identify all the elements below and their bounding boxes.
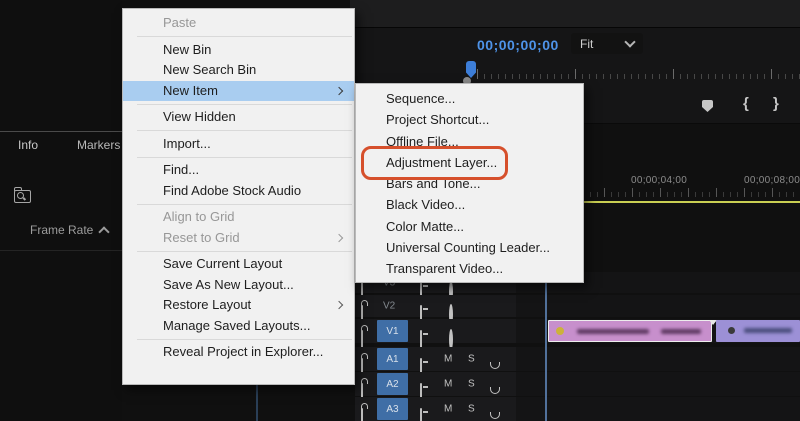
menu-item-new-bin[interactable]: New Bin [123,40,354,61]
menu-item-label: New Item [163,83,218,98]
menu-separator [137,157,352,158]
track-target-chip[interactable]: A3 [377,398,408,420]
menu-separator [137,204,352,205]
clip-name-blurred [661,329,701,334]
mark-out-icon[interactable]: } [773,96,779,112]
menu-item-reveal-project-in-explorer[interactable]: Reveal Project in Explorer... [123,342,354,363]
clip[interactable] [716,320,800,342]
chevron-up-icon [99,226,110,237]
zoom-level-dropdown[interactable]: Fit [571,33,643,54]
menu-separator [137,130,352,131]
menu-separator [137,339,352,340]
track-target-chip[interactable]: A2 [377,373,408,395]
menu-item-new-search-bin[interactable]: New Search Bin [123,60,354,81]
submenu-item-black-video[interactable]: Black Video... [356,194,583,215]
submenu-item-project-shortcut[interactable]: Project Shortcut... [356,109,583,130]
menu-item-reset-to-grid[interactable]: Reset to Grid [123,228,354,249]
submenu-item-universal-counting-leader[interactable]: Universal Counting Leader... [356,237,583,258]
menu-item-manage-saved-layouts[interactable]: Manage Saved Layouts... [123,316,354,337]
track-target-chip[interactable]: V1 [377,320,408,342]
track-header-a1: A1 M S [355,347,516,371]
track-header-a3: A3 M S [355,397,516,421]
mute-button[interactable]: M [444,354,452,365]
mute-button[interactable]: M [444,379,452,390]
submenu-arrow-icon [335,234,343,242]
frame-rate-label: Frame Rate [30,223,93,237]
panel-divider [0,250,122,251]
solo-button[interactable]: S [468,404,475,415]
panel-top-band [350,0,800,28]
menu-item-align-to-grid[interactable]: Align to Grid [123,207,354,228]
menu-item-save-as-new-layout[interactable]: Save As New Layout... [123,275,354,296]
track-lane-a1[interactable] [516,347,800,371]
clip-selected[interactable] [548,320,712,342]
menu-item-import[interactable]: Import... [123,134,354,155]
magnifier-icon [17,192,24,199]
fx-badge-icon [556,327,564,335]
menu-item-find[interactable]: Find... [123,160,354,181]
track-lane-v2[interactable] [516,295,800,317]
new-item-submenu: Sequence... Project Shortcut... Offline … [355,83,584,283]
menu-item-save-current-layout[interactable]: Save Current Layout [123,254,354,275]
clip-name-blurred [744,328,792,333]
bin-search-icon[interactable] [14,190,31,203]
mute-button[interactable]: M [444,404,452,415]
submenu-item-transparent-video[interactable]: Transparent Video... [356,258,583,279]
lock-icon[interactable] [361,408,363,421]
track-lane-a2[interactable] [516,372,800,396]
menu-item-label: Restore Layout [163,297,251,312]
submenu-arrow-icon [335,301,343,309]
menu-separator [137,251,352,252]
sync-lock-icon[interactable] [420,408,422,421]
track-lane-a3[interactable] [516,397,800,421]
menu-item-paste[interactable]: Paste [123,13,354,34]
menu-item-new-item[interactable]: New Item [123,81,354,102]
chevron-down-icon [624,36,635,47]
fx-badge-icon [728,327,735,334]
solo-button[interactable]: S [468,379,475,390]
track-label[interactable]: V2 [383,301,395,312]
ruler-time-label: 00;00;08;00 [744,175,800,186]
annotation-highlight-circle [361,146,508,180]
tab-info[interactable]: Info [18,138,38,152]
menu-item-restore-layout[interactable]: Restore Layout [123,295,354,316]
menu-item-find-adobe-stock-audio[interactable]: Find Adobe Stock Audio [123,181,354,202]
track-header-v1: V1 [355,319,516,343]
context-menu: Paste New Bin New Search Bin New Item Vi… [122,8,355,385]
menu-item-view-hidden[interactable]: View Hidden [123,107,354,128]
left-panel: Info Markers Frame Rate [0,0,122,421]
menu-item-label: Reset to Grid [163,230,240,245]
zoom-level-value: Fit [580,37,593,51]
column-header-frame-rate[interactable]: Frame Rate [30,223,108,237]
timeline-ruler[interactable] [548,187,800,197]
panel-divider [0,131,127,132]
tab-markers[interactable]: Markers [77,138,120,152]
submenu-item-color-matte[interactable]: Color Matte... [356,216,583,237]
ruler-time-label: 00;00;04;00 [631,175,687,186]
track-header-a2: A2 M S [355,372,516,396]
submenu-item-sequence[interactable]: Sequence... [356,88,583,109]
menu-separator [137,104,352,105]
mark-in-icon[interactable]: { [743,96,749,112]
playhead-timecode[interactable]: 00;00;00;00 [477,37,559,53]
monitor-ruler[interactable] [477,68,800,79]
app-window: Info Markers Frame Rate 00;00;00;00 Fit … [0,0,800,421]
track-header-v2: V2 [355,295,516,317]
submenu-arrow-icon [335,87,343,95]
menu-separator [137,36,352,37]
track-target-chip[interactable]: A1 [377,348,408,370]
solo-button[interactable]: S [468,354,475,365]
clip-name-blurred [577,329,649,334]
